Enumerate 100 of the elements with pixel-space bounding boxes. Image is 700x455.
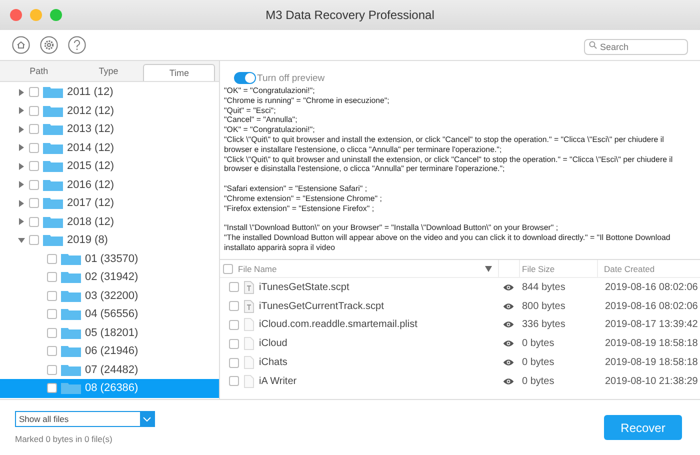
tree-item[interactable]: 06 (21946): [0, 342, 219, 360]
tab[interactable]: Path: [4, 61, 74, 81]
minimize-button[interactable]: [30, 9, 42, 21]
checkbox[interactable]: [229, 282, 239, 292]
folder-label: 01 (33570): [85, 252, 138, 265]
folder-icon: [43, 86, 63, 98]
checkbox[interactable]: [29, 124, 39, 134]
preview-eye-icon[interactable]: [502, 321, 514, 328]
expand-triangle-icon[interactable]: [18, 144, 25, 152]
folder-icon: [43, 234, 63, 246]
file-name: iChats: [259, 357, 288, 368]
collapse-triangle-icon[interactable]: [18, 236, 25, 244]
file-date: 2019-08-19 18:58:18: [605, 338, 698, 350]
folder-label: 02 (31942): [85, 271, 138, 284]
checkbox[interactable]: [29, 198, 39, 208]
folder-icon: [61, 271, 81, 284]
checkbox[interactable]: [47, 383, 57, 394]
checkbox[interactable]: [229, 338, 239, 349]
tree-item[interactable]: 2013 (12): [0, 120, 219, 138]
checkbox[interactable]: [229, 358, 239, 368]
checkbox[interactable]: [47, 346, 57, 356]
folder-label: 2012 (12): [67, 104, 114, 117]
preview-eye-icon[interactable]: [502, 340, 514, 348]
expand-triangle-icon[interactable]: [18, 181, 25, 188]
checkbox[interactable]: [29, 161, 39, 172]
close-button[interactable]: [10, 9, 22, 21]
checkbox[interactable]: [47, 290, 57, 301]
tree-item[interactable]: 2019 (8): [0, 231, 219, 250]
column-header[interactable]: Date Created: [604, 264, 655, 274]
help-icon[interactable]: [68, 36, 86, 54]
expand-triangle-icon[interactable]: [18, 107, 25, 114]
file-icon: [244, 356, 254, 370]
folder-icon: [43, 216, 63, 228]
tree-item[interactable]: 2011 (12): [0, 83, 219, 102]
tab[interactable]: Type: [74, 61, 144, 81]
file-date: 2019-08-17 13:39:42: [605, 319, 698, 330]
checkbox[interactable]: [29, 87, 39, 98]
preview-toggle[interactable]: [234, 72, 256, 84]
tree-item[interactable]: 2016 (12): [0, 176, 219, 194]
tree-item[interactable]: 04 (56556): [0, 305, 219, 324]
file-icon: [244, 337, 254, 350]
tree-item[interactable]: 01 (33570): [0, 250, 219, 268]
checkbox[interactable]: [29, 235, 39, 246]
checkbox[interactable]: [229, 320, 239, 330]
expand-triangle-icon[interactable]: [18, 126, 25, 133]
folder-label: 04 (56556): [85, 308, 138, 320]
checkbox[interactable]: [47, 364, 57, 375]
tree-item[interactable]: 02 (31942): [0, 268, 219, 286]
home-icon[interactable]: [12, 36, 30, 54]
checkbox[interactable]: [29, 142, 39, 153]
column-header[interactable]: File Size: [522, 264, 555, 274]
folder-label: 07 (24482): [85, 364, 138, 376]
expand-triangle-icon[interactable]: [18, 162, 25, 170]
checkbox[interactable]: [29, 180, 39, 190]
filter-dropdown[interactable]: Show all files: [15, 411, 155, 427]
folder-label: 2011 (12): [67, 86, 114, 98]
tree-item[interactable]: 05 (18201): [0, 324, 219, 342]
tree-item[interactable]: 2015 (12): [0, 157, 219, 176]
preview-eye-icon[interactable]: [502, 302, 514, 310]
file-size: 844 bytes: [522, 282, 566, 293]
tree-item[interactable]: 2018 (12): [0, 212, 219, 231]
file-date: 2019-08-10 21:38:29: [605, 376, 698, 387]
folder-label: 2016 (12): [67, 178, 114, 191]
zoom-button[interactable]: [50, 9, 62, 21]
column-header[interactable]: File Name: [238, 264, 277, 274]
checkbox[interactable]: [47, 328, 57, 338]
tab[interactable]: Time: [143, 64, 216, 81]
checkbox[interactable]: [29, 106, 39, 116]
file-size: 0 bytes: [522, 338, 554, 350]
settings-icon[interactable]: [40, 36, 58, 54]
file-size: 800 bytes: [522, 300, 566, 312]
checkbox[interactable]: [229, 301, 239, 312]
checkbox[interactable]: [47, 272, 57, 282]
folder-icon: [61, 382, 81, 394]
search-field[interactable]: Search: [584, 39, 688, 55]
tree-item[interactable]: 2014 (12): [0, 138, 219, 157]
expand-triangle-icon[interactable]: [18, 88, 25, 96]
tree-item[interactable]: 07 (24482): [0, 360, 219, 379]
file-name: iTunesGetCurrentTrack.scpt: [259, 300, 384, 312]
tree-item[interactable]: 2012 (12): [0, 102, 219, 120]
file-name: iA Writer: [259, 376, 297, 387]
preview-eye-icon[interactable]: [502, 378, 514, 385]
checkbox[interactable]: [223, 264, 233, 274]
folder-label: 2018 (12): [67, 216, 114, 228]
file-name: iTunesGetState.scpt: [259, 282, 350, 293]
status-text: Marked 0 bytes in 0 file(s): [15, 434, 114, 444]
checkbox[interactable]: [47, 309, 57, 320]
preview-eye-icon[interactable]: [502, 284, 514, 291]
folder-label: 03 (32200): [85, 290, 138, 302]
expand-triangle-icon[interactable]: [18, 200, 25, 207]
sort-caret-icon[interactable]: [485, 266, 492, 272]
folder-label: 05 (18201): [85, 326, 138, 339]
tree-item[interactable]: 2017 (12): [0, 194, 219, 212]
checkbox[interactable]: [229, 376, 239, 386]
tree-item[interactable]: 03 (32200): [0, 286, 219, 305]
checkbox[interactable]: [47, 254, 57, 264]
folder-icon: [61, 252, 81, 265]
checkbox[interactable]: [29, 216, 39, 227]
preview-eye-icon[interactable]: [502, 359, 514, 366]
expand-triangle-icon[interactable]: [18, 218, 25, 226]
